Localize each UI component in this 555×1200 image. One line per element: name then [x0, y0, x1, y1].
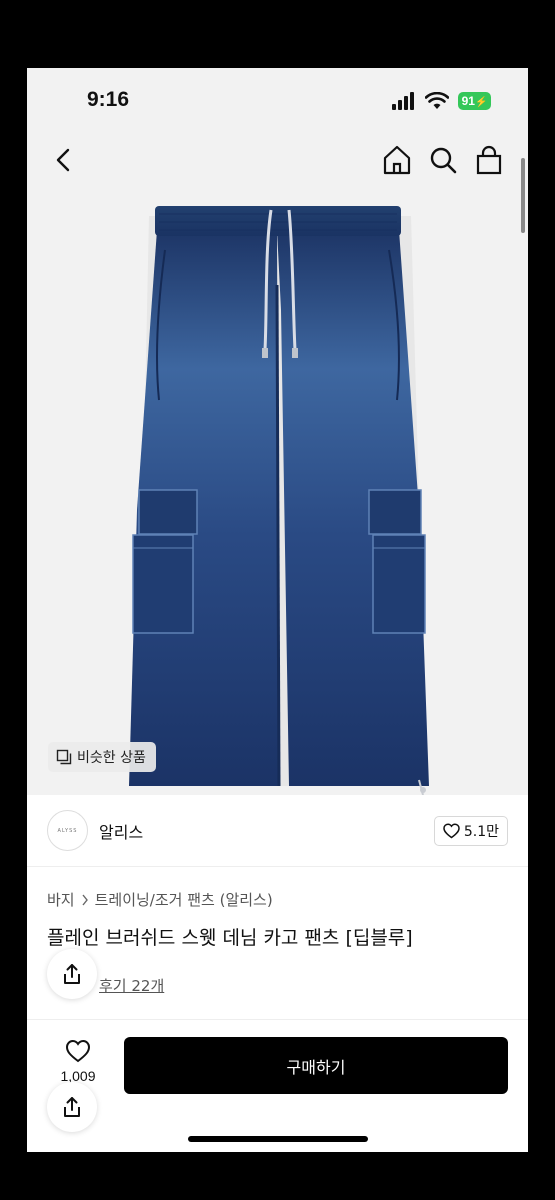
battery-indicator: 91⚡: [458, 92, 491, 110]
status-bar: 9:16 91⚡: [27, 68, 528, 130]
home-icon: [383, 145, 411, 175]
bottom-action-bar: 1,009 구매하기: [27, 1019, 528, 1152]
similar-products-chip[interactable]: 비슷한 상품: [48, 742, 156, 772]
brand-logo-text: ALYSS: [57, 827, 78, 834]
search-icon: [430, 147, 457, 174]
charging-icon: ⚡: [474, 97, 488, 108]
back-button[interactable]: [47, 142, 83, 178]
cart-button[interactable]: [471, 142, 507, 178]
breadcrumb-category[interactable]: 바지: [47, 889, 75, 910]
buy-button[interactable]: 구매하기: [124, 1037, 508, 1094]
similar-icon: [56, 749, 72, 765]
brand-like-count: 5.1만: [463, 824, 499, 840]
similar-products-label: 비슷한 상품: [77, 750, 146, 766]
breadcrumb: 바지 트레이닝/조거 팬츠 (알리스): [47, 889, 273, 910]
bag-icon: [476, 145, 502, 175]
status-time: 9:16: [87, 88, 130, 111]
wifi-icon: [425, 92, 449, 109]
chevron-right-icon: [82, 894, 88, 905]
status-icons: 91⚡: [392, 92, 492, 110]
product-title: 플레인 브러쉬드 스웻 데님 카고 팬츠 [딥블루]: [47, 927, 413, 949]
share-icon: [64, 1097, 80, 1117]
share-button-bottom[interactable]: [47, 1082, 97, 1132]
share-button[interactable]: [47, 949, 97, 999]
brand-name[interactable]: 알리스: [99, 819, 143, 843]
cargo-pants-image: [129, 206, 429, 795]
heart-icon: [443, 823, 460, 839]
share-icon: [64, 964, 80, 984]
brand-logo: ALYSS: [47, 810, 88, 851]
signal-icon: [392, 92, 414, 110]
search-button[interactable]: [425, 142, 461, 178]
wishlist-count: 1,009: [60, 1068, 96, 1084]
back-icon: [56, 148, 70, 172]
scrollbar[interactable]: [521, 158, 525, 233]
review-link[interactable]: 후기 22개: [99, 975, 164, 996]
brand-like-button[interactable]: 5.1만: [433, 816, 508, 846]
brand-row[interactable]: ALYSS 알리스 5.1만: [27, 795, 528, 867]
breadcrumb-subcategory[interactable]: 트레이닝/조거 팬츠 (알리스): [95, 889, 273, 910]
app-screen: 9:16 91⚡ 비슷한 상품 ALYSS 알리스 5.1만 바지 트레이닝/조…: [27, 68, 528, 1152]
home-button[interactable]: [379, 142, 415, 178]
battery-level: 91: [461, 94, 475, 108]
product-image[interactable]: [27, 190, 528, 795]
heart-icon: [65, 1039, 91, 1063]
top-nav-bar: [27, 130, 528, 190]
wishlist-button[interactable]: 1,009: [53, 1039, 103, 1084]
home-indicator[interactable]: [188, 1136, 368, 1142]
